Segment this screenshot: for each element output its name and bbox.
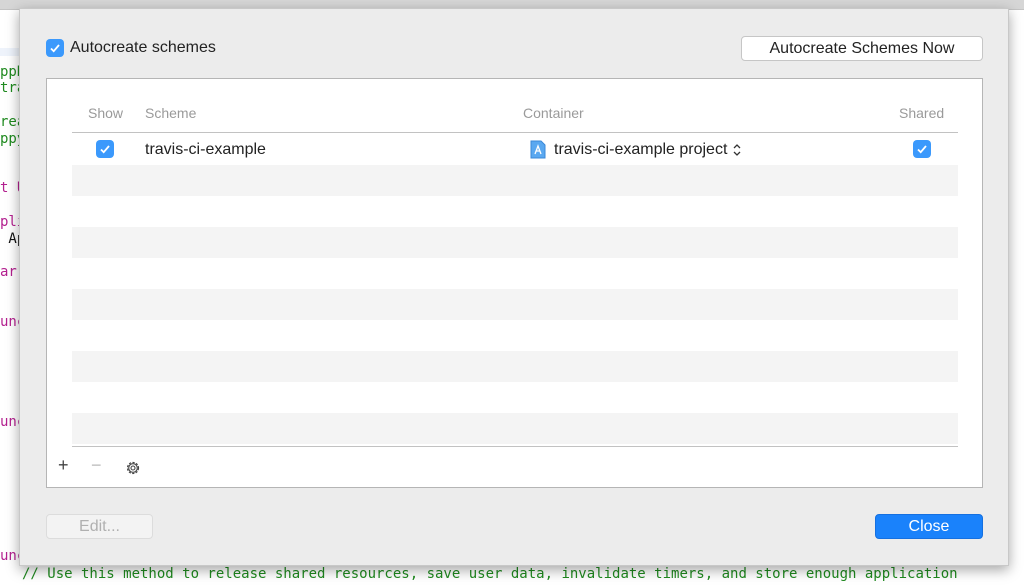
empty-row: [72, 227, 958, 258]
shared-checkbox[interactable]: [913, 140, 931, 158]
column-header-show[interactable]: Show: [88, 105, 123, 121]
column-header-shared[interactable]: Shared: [899, 105, 944, 121]
up-down-chevron-icon: [733, 144, 741, 156]
empty-row: [72, 165, 958, 196]
column-header-container[interactable]: Container: [523, 105, 584, 121]
show-checkbox[interactable]: [96, 140, 114, 158]
checkmark-icon: [100, 145, 110, 154]
code-line: ar: [0, 264, 17, 280]
schemes-table: Show Scheme Container Shared travis-ci-e…: [46, 78, 983, 488]
container-popup[interactable]: travis-ci-example project: [554, 141, 742, 159]
edit-button[interactable]: Edit...: [46, 514, 153, 539]
column-header-scheme[interactable]: Scheme: [145, 105, 196, 121]
scheme-name: travis-ci-example: [145, 141, 266, 158]
empty-row: [72, 351, 958, 382]
manage-schemes-sheet: Autocreate schemes Autocreate Schemes No…: [19, 8, 1009, 566]
current-line-highlight: [0, 48, 20, 56]
autocreate-checkbox[interactable]: [46, 39, 64, 57]
autocreate-schemes-now-button[interactable]: Autocreate Schemes Now: [741, 36, 983, 61]
checkmark-icon: [50, 44, 60, 53]
checkmark-icon: [917, 145, 927, 154]
table-bottom-divider: [72, 446, 958, 447]
container-name: travis-ci-example project: [554, 141, 728, 158]
empty-row: [72, 413, 958, 444]
remove-scheme-button[interactable]: −: [91, 455, 102, 476]
gear-icon[interactable]: [124, 459, 142, 477]
close-button[interactable]: Close: [875, 514, 983, 539]
table-row[interactable]: travis-ci-example travis-ci-example proj…: [72, 133, 958, 164]
project-file-icon: [530, 140, 546, 159]
code-comment: // Use this method to release shared res…: [22, 566, 958, 582]
add-scheme-button[interactable]: +: [58, 455, 69, 476]
autocreate-label: Autocreate schemes: [70, 39, 216, 56]
empty-row: [72, 289, 958, 320]
